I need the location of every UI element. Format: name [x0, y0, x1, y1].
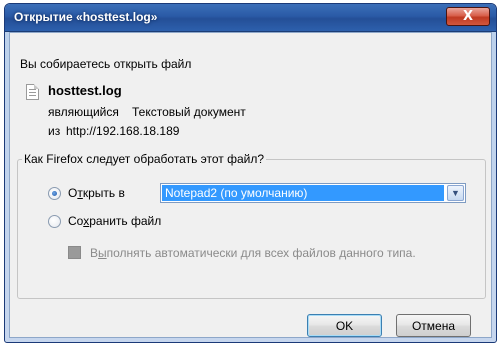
- file-source-prefix: из: [48, 124, 61, 138]
- open-with-label[interactable]: Открыть в: [68, 186, 125, 200]
- ok-button-label: OK: [335, 318, 354, 333]
- auto-action-label: Выполнять автоматически для всех файлов …: [90, 246, 416, 260]
- intro-text: Вы собираетесь открыть файл: [20, 57, 192, 71]
- ok-button[interactable]: OK: [307, 314, 382, 337]
- action-groupbox: [17, 159, 486, 299]
- dialog-body: Вы собираетесь открыть файл hosttest.log…: [9, 32, 492, 338]
- text-file-icon: [26, 84, 39, 100]
- action-group-legend: Как Firefox следует обработать этот файл…: [22, 152, 267, 166]
- open-with-radio[interactable]: [48, 187, 61, 200]
- cancel-button[interactable]: Отмена: [396, 314, 471, 337]
- application-select[interactable]: Notepad2 (по умолчанию) ▼: [160, 183, 466, 203]
- save-file-label[interactable]: Сохранить файл: [68, 214, 161, 228]
- file-source-url: http://192.168.18.189: [66, 124, 180, 138]
- file-type-value: Текстовый документ: [132, 105, 246, 119]
- application-select-value: Notepad2 (по умолчанию): [162, 185, 444, 201]
- auto-action-checkbox[interactable]: [68, 246, 81, 259]
- title-bar[interactable]: Открытие «hosttest.log» X: [5, 4, 496, 32]
- close-icon: X: [462, 9, 474, 24]
- file-type-prefix: являющийся: [48, 105, 119, 119]
- file-name: hosttest.log: [48, 83, 122, 98]
- chevron-down-icon[interactable]: ▼: [447, 185, 464, 201]
- close-button[interactable]: X: [446, 7, 490, 26]
- cancel-button-label: Отмена: [411, 318, 456, 333]
- download-dialog: Открытие «hosttest.log» X Вы собираетесь…: [4, 3, 497, 343]
- save-file-radio[interactable]: [48, 215, 61, 228]
- window-title: Открытие «hosttest.log»: [14, 10, 158, 24]
